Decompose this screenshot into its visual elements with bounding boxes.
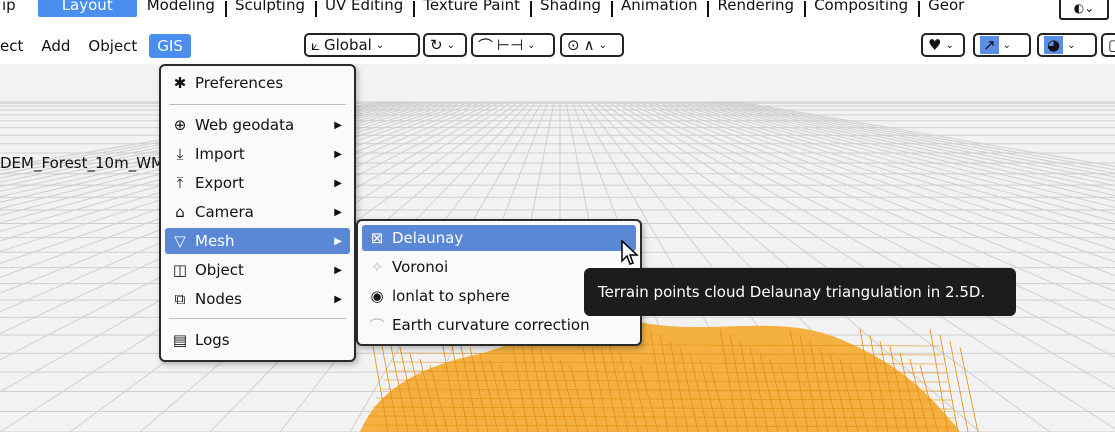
snap-increment-icon: ⊢⊣ xyxy=(497,36,524,54)
show-gizmo-toggle[interactable]: ↗ ⌄ xyxy=(973,33,1031,57)
overlays-icon: ◕ xyxy=(1044,36,1064,54)
menu-item-label: Voronoi xyxy=(392,258,449,276)
xray-toggle[interactable]: ▢ xyxy=(1101,33,1115,57)
snap-icon: ⌒ xyxy=(478,36,494,55)
globe-sphere-icon: ◉ xyxy=(370,287,384,305)
chevron-down-icon: ⌄ xyxy=(1002,39,1011,51)
voronoi-icon: ✧ xyxy=(370,258,384,276)
tab-animation[interactable]: Animation xyxy=(610,0,707,17)
tab-setup[interactable]: ıp xyxy=(0,0,38,17)
tab-layout[interactable]: Layout xyxy=(37,0,137,17)
tab-geometry-nodes[interactable]: Geor xyxy=(918,0,974,17)
submenu-arrow-icon: ▶ xyxy=(334,148,342,160)
menu-item-label: Web geodata xyxy=(195,116,295,134)
menu-item-mesh[interactable]: ▽ Mesh ▶ xyxy=(165,228,350,254)
gizmo-visibility-dropdown[interactable]: ♥ ⌄ xyxy=(921,33,965,57)
menu-item-label: Import xyxy=(195,145,245,163)
globe-icon: ⊕ xyxy=(173,116,187,134)
mouse-cursor-icon xyxy=(621,240,639,265)
mesh-icon: ▽ xyxy=(174,232,186,250)
menu-item-web-geodata[interactable]: ⊕ Web geodata ▶ xyxy=(165,112,350,138)
viewport-header: ect Add Object GIS ⟀ Global ⌄ ↻ ⌄ ⌒ ⊢⊣ ⌄ ⊙ ∧… xyxy=(0,28,1115,64)
menu-item-label: Camera xyxy=(195,203,254,221)
menu-item-label: Object xyxy=(195,261,244,279)
overlays-dropdown[interactable]: ◕ ⌄ xyxy=(1037,33,1097,57)
menu-item-label: Logs xyxy=(195,331,230,349)
camera-icon: ⌂ xyxy=(175,203,185,221)
menu-item-import[interactable]: ⤓ Import ▶ xyxy=(165,141,350,167)
gizmo-icon: ♥ xyxy=(928,36,942,54)
gear-icon: ✱ xyxy=(173,74,187,92)
menu-item-label: Nodes xyxy=(195,290,242,308)
menu-item-preferences[interactable]: ✱ Preferences xyxy=(165,70,350,96)
logs-icon: ▤ xyxy=(172,331,188,349)
object-name-label: DEM_Forest_10m_WM xyxy=(0,154,164,172)
import-icon: ⤓ xyxy=(176,145,184,163)
menu-item-label: Preferences xyxy=(195,74,284,92)
tab-rendering[interactable]: Rendering xyxy=(707,0,804,17)
menu-divider xyxy=(169,318,346,319)
chevron-down-icon: ⌄ xyxy=(527,39,536,51)
submenu-arrow-icon: ▶ xyxy=(334,264,342,276)
submenu-arrow-icon: ▶ xyxy=(334,177,342,189)
submenu-arrow-icon: ▶ xyxy=(334,293,342,305)
export-icon: ⤒ xyxy=(176,174,184,192)
menu-select[interactable]: ect xyxy=(0,34,29,58)
proportional-editing-dropdown[interactable]: ⊙ ∧ ⌄ xyxy=(560,33,624,57)
tab-modeling[interactable]: Modeling xyxy=(137,0,225,17)
submenu-arrow-icon: ▶ xyxy=(334,119,342,131)
menu-add[interactable]: Add xyxy=(35,34,76,58)
menu-object[interactable]: Object xyxy=(82,34,143,58)
menu-gis[interactable]: GIS xyxy=(149,34,191,58)
menubar: ect Add Object GIS xyxy=(0,28,197,64)
chevron-down-icon: ⌄ xyxy=(598,39,607,51)
nodes-icon: ⧉ xyxy=(174,290,186,308)
menu-item-label: Delaunay xyxy=(392,229,464,247)
submenu-arrow-icon: ▶ xyxy=(334,235,342,247)
transform-orientation-value: Global xyxy=(324,36,372,54)
snapping-dropdown[interactable]: ⌒ ⊢⊣ ⌄ xyxy=(471,33,555,57)
pivot-point-dropdown[interactable]: ↻ ⌄ xyxy=(423,33,467,57)
xray-icon: ▢ xyxy=(1108,36,1115,54)
menu-item-object[interactable]: ◫ Object ▶ xyxy=(165,257,350,283)
tab-texture-paint[interactable]: Texture Paint xyxy=(413,0,530,17)
chevron-down-icon: ⌄ xyxy=(1067,39,1076,51)
chevron-down-icon: ⌄ xyxy=(446,39,455,51)
orientation-icon: ⟀ xyxy=(311,36,320,54)
menu-item-camera[interactable]: ⌂ Camera ▶ xyxy=(165,199,350,225)
curve-icon: ⌒ xyxy=(369,316,385,335)
menu-item-logs[interactable]: ▤ Logs xyxy=(165,327,350,353)
proportional-editing-icon: ⊙ xyxy=(567,36,580,54)
menu-item-label: Earth curvature correction xyxy=(392,316,590,334)
tab-uv-editing[interactable]: UV Editing xyxy=(314,0,413,17)
tab-compositing[interactable]: Compositing xyxy=(804,0,918,17)
workspace-tabs: ıp Layout Modeling Sculpting UV Editing … xyxy=(0,0,1115,22)
transform-orientation-dropdown[interactable]: ⟀ Global ⌄ xyxy=(304,33,420,57)
falloff-icon: ∧ xyxy=(583,36,595,54)
tab-shading[interactable]: Shading xyxy=(530,0,611,17)
menu-item-delaunay[interactable]: ⊠ Delaunay xyxy=(362,225,636,251)
chevron-down-icon: ⌄ xyxy=(375,39,385,51)
tab-sculpting[interactable]: Sculpting xyxy=(224,0,315,17)
menu-item-nodes[interactable]: ⧉ Nodes ▶ xyxy=(165,286,350,312)
submenu-arrow-icon: ▶ xyxy=(334,206,342,218)
cube-icon: ◫ xyxy=(172,261,188,279)
chevron-down-icon: ⌄ xyxy=(945,39,954,51)
menu-item-label: Export xyxy=(195,174,245,192)
menu-item-label: lonlat to sphere xyxy=(392,287,510,305)
gis-dropdown-menu: ✱ Preferences ⊕ Web geodata ▶ ⤓ Import ▶… xyxy=(159,64,356,362)
menu-item-label: Mesh xyxy=(195,232,235,250)
gizmo-arrows-icon: ↗ xyxy=(980,36,999,54)
menu-divider xyxy=(169,104,346,105)
tooltip: Terrain points cloud Delaunay triangulat… xyxy=(584,268,1016,316)
menu-item-export[interactable]: ⤒ Export ▶ xyxy=(165,170,350,196)
delaunay-icon: ⊠ xyxy=(370,229,384,247)
scene-selector-icon[interactable]: ◐⌄ xyxy=(1059,0,1109,20)
pivot-icon: ↻ xyxy=(430,36,443,54)
